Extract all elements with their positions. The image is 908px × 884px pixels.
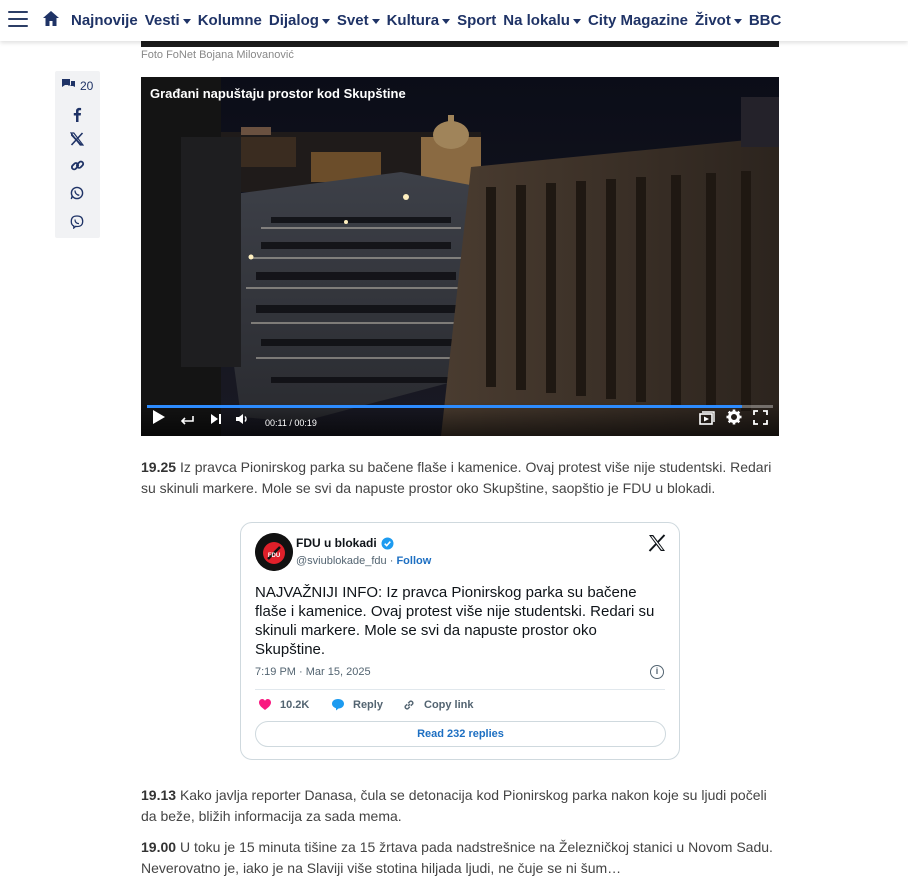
nav-item-label: Najnovije [71,12,138,29]
rewind-icon[interactable] [180,412,194,430]
heart-icon [258,698,272,711]
volume-icon[interactable] [235,412,249,430]
next-icon[interactable] [210,412,222,430]
verified-badge-icon [381,537,394,550]
live-entry: 19.00 U toku je 15 minuta tišine za 15 ž… [141,837,781,879]
nav-item-label: Dijalog [268,12,319,29]
chevron-down-icon [733,19,742,24]
nav-item-na-lokalu[interactable]: Na lokalu [503,12,581,29]
nav-item-dijalog[interactable]: Dijalog [269,12,330,29]
nav-item-život[interactable]: Život [695,12,742,29]
photo-caption: Foto FoNet Bojana Milovanović [141,49,294,61]
comments-link[interactable]: 20 [61,78,93,93]
entry-time: 19.00 [141,839,177,855]
comments-icon [61,78,76,93]
x-logo-icon[interactable] [648,534,666,558]
nav-item-label: Sport [457,12,497,29]
nav-item-label: Život [694,12,731,29]
playlist-icon[interactable] [699,411,715,430]
tweet-text: NAJVAŽNIJI INFO: Iz pravca Pionirskog pa… [255,584,655,658]
nav-item-city-magazine[interactable]: City Magazine [588,12,688,29]
tweet-avatar[interactable]: FDU [255,533,293,571]
video-time: 00:11 / 00:19 [265,418,317,428]
entry-time: 19.13 [141,787,177,803]
entry-time: 19.25 [141,459,177,475]
chevron-down-icon [442,19,451,24]
viber-icon[interactable] [68,213,86,231]
nav-item-label: Vesti [144,12,180,29]
entry-text: U toku je 15 minuta tišine za 15 žrtava … [141,839,773,876]
top-navigation: Najnovije Vesti Kolumne Dijalog Svet Kultura S… [0,0,908,41]
nav-item-najnovije[interactable]: Najnovije [71,12,138,29]
copy-link-label: Copy link [424,699,474,711]
chevron-down-icon [572,19,581,24]
tweet-date[interactable]: 7:19 PM · Mar 15, 2025 [255,666,371,678]
copy-link-icon [402,698,416,712]
comment-count: 20 [80,78,94,93]
video-progress-bar[interactable] [147,405,773,408]
nav-item-label: BBC [748,12,782,29]
reply-bubble-icon [331,698,345,711]
tweet-handle-separator: · [386,555,397,567]
hamburger-menu-icon[interactable] [8,11,28,29]
nav-item-kultura[interactable]: Kultura [387,12,451,29]
x-icon[interactable] [68,130,86,148]
like-count: 10.2K [280,698,310,711]
tweet-divider [255,689,665,690]
settings-gear-icon[interactable] [726,409,742,430]
chevron-down-icon [182,19,191,24]
video-frame [141,77,779,436]
video-title: Građani napuštaju prostor kod Skupštine [150,86,406,101]
share-bar: 20 [55,71,100,238]
home-icon[interactable] [42,10,60,28]
fullscreen-icon[interactable] [753,410,768,430]
nav-item-label: Kultura [386,12,440,29]
read-replies-button[interactable]: Read 232 replies [255,721,666,747]
info-icon[interactable]: i [650,665,664,679]
live-entry: 19.13 Kako javlja reporter Danasa, čula … [141,785,781,827]
entry-text: Iz pravca Pionirskog parka su bačene fla… [141,459,772,496]
chevron-down-icon [371,19,380,24]
facebook-icon[interactable] [68,105,86,123]
like-button[interactable]: 10.2K [258,698,309,711]
nav-item-sport[interactable]: Sport [457,12,496,29]
play-icon[interactable] [152,409,166,430]
entry-text: Kako javlja reporter Danasa, čula se det… [141,787,767,824]
link-icon[interactable] [68,156,86,174]
reply-button[interactable]: Reply [331,698,383,711]
article-photo [141,41,779,47]
copy-link-button[interactable]: Copy link [402,698,474,712]
live-entry: 19.25 Iz pravca Pionirskog parka su bače… [141,457,781,499]
embedded-tweet: FDU FDU u blokadi @sviublokade_fdu · Fol… [240,522,680,760]
nav-menu: Najnovije Vesti Kolumne Dijalog Svet Kultura S… [71,0,788,41]
nav-item-label: Svet [336,12,369,29]
tweet-author-name: FDU u blokadi [296,536,377,550]
avatar-text: FDU [268,553,280,559]
reply-label: Reply [353,698,383,711]
video-player[interactable]: Građani napuštaju prostor kod Skupštine … [141,77,779,436]
tweet-handle-line: @sviublokade_fdu · Follow [296,555,431,567]
nav-item-svet[interactable]: Svet [337,12,380,29]
chevron-down-icon [321,19,330,24]
whatsapp-icon[interactable] [68,184,86,202]
tweet-author[interactable]: FDU u blokadi [296,536,394,550]
nav-item-vesti[interactable]: Vesti [145,12,191,29]
follow-link[interactable]: Follow [396,555,431,567]
nav-item-label: Na lokalu [503,12,570,29]
tweet-handle[interactable]: @sviublokade_fdu [296,555,387,567]
nav-item-label: Kolumne [197,12,262,29]
nav-item-kolumne[interactable]: Kolumne [198,12,262,29]
nav-item-bbc[interactable]: BBC [749,12,782,29]
nav-item-label: City Magazine [587,12,688,29]
